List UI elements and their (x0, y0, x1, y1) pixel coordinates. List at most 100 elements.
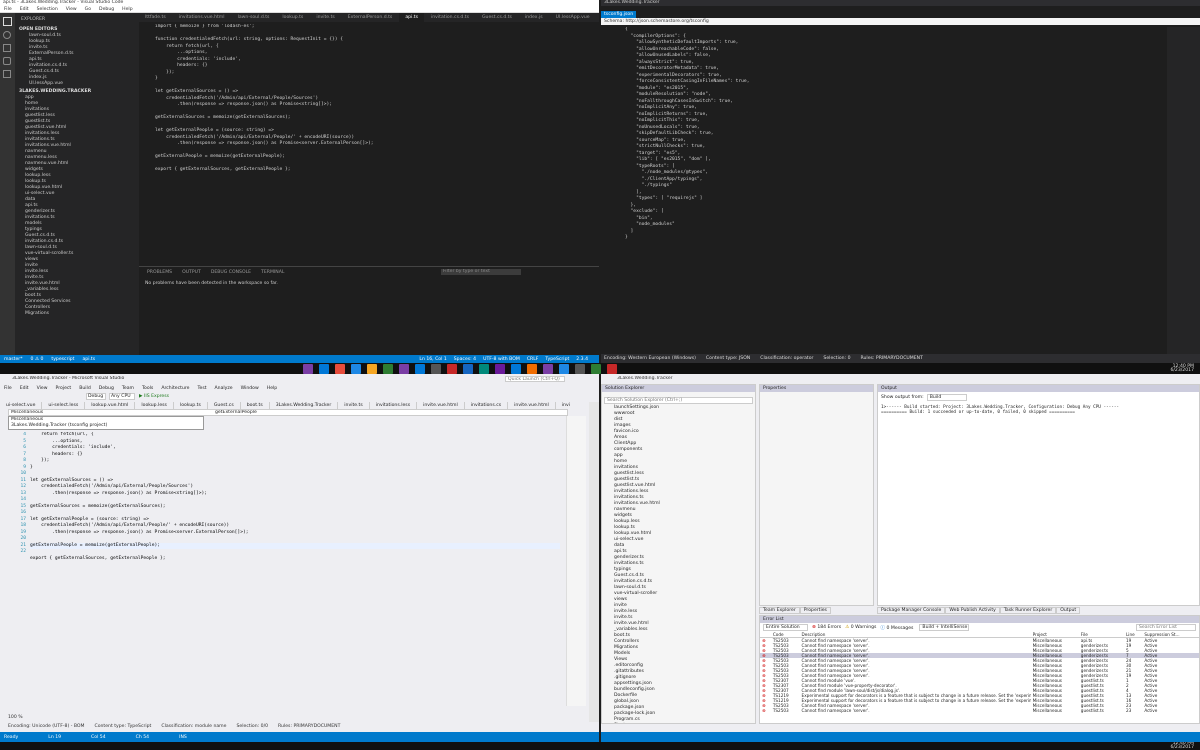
vs-tab[interactable]: invitations.vue.html (556, 402, 570, 409)
menu-item[interactable]: Tools (138, 386, 157, 391)
extensions-icon[interactable] (3, 70, 11, 78)
dropdown-option[interactable]: 3Lakes.Wedding.Tracker (tsconfig project… (9, 423, 203, 429)
errors-toggle[interactable]: ⊗ 184 Errors (812, 625, 841, 630)
output-tab[interactable]: Task Runner Explorer (999, 607, 1057, 614)
editor-tab[interactable]: invitations.vue.html (173, 13, 232, 22)
platform-select[interactable]: Any CPU (109, 393, 135, 400)
se-search[interactable]: Search Solution Explorer (Ctrl+;) (604, 397, 753, 404)
build-filter-select[interactable]: Build + IntelliSense (919, 624, 970, 631)
output-tab[interactable]: Output (1056, 607, 1081, 614)
vs-scroll-map[interactable] (566, 416, 586, 706)
scope-select[interactable]: Entire Solution (763, 624, 808, 631)
taskbar-app-icon[interactable] (495, 363, 505, 374)
taskbar-app-icon[interactable] (383, 363, 393, 374)
menu-item[interactable]: View (33, 386, 52, 391)
editor-tab[interactable]: UI.lessApp.vue (550, 13, 597, 22)
taskbar-app-icon[interactable] (319, 363, 329, 374)
panel-tab[interactable]: OUTPUT (177, 270, 206, 275)
menu-item[interactable]: Debug (95, 7, 118, 12)
panel-tab[interactable]: TERMINAL (256, 270, 289, 275)
taskbar-app-icon[interactable] (431, 363, 441, 374)
status-item[interactable]: Spaces: 4 (454, 357, 476, 362)
problems-filter[interactable]: Filter by type or text (441, 269, 521, 275)
taskbar-app-icon[interactable] (575, 363, 585, 374)
messages-toggle[interactable]: ⓘ 0 Messages (880, 625, 913, 631)
menu-item[interactable]: Team (118, 386, 138, 391)
nav-left[interactable]: Miscellaneous (9, 410, 205, 415)
config-select[interactable]: Debug (86, 393, 106, 400)
vs-tab[interactable]: invite.vue.html (508, 402, 556, 409)
menu-item[interactable]: Architecture (157, 386, 193, 391)
menu-item[interactable]: View (62, 7, 81, 12)
panel-tab[interactable]: DEBUG CONSOLE (206, 270, 256, 275)
editor-tab[interactable]: lawn-soul.d.ts (232, 13, 277, 22)
output-tab[interactable]: Package Manager Console (877, 607, 946, 614)
nav-right[interactable]: getExternalPeople (205, 410, 257, 415)
status-item[interactable]: Ln 16, Col 1 (419, 357, 446, 362)
clock-bottom[interactable]: 12:40 PM 6/23/2017 (1170, 742, 1194, 750)
status-item[interactable]: TypeScript (545, 357, 569, 362)
solution-item[interactable]: Startup.cs (614, 723, 755, 724)
vs-tab[interactable]: lookup.less (135, 402, 174, 409)
json-editor[interactable]: { "compilerOptions": { "allowSyntheticDe… (601, 27, 1161, 327)
taskbar-app-icon[interactable] (463, 363, 473, 374)
editor-tab[interactable]: lttfade.ts (139, 13, 173, 22)
taskbar-app-icon[interactable] (447, 363, 457, 374)
status-item[interactable]: 0 ⚠ 0 (31, 357, 44, 362)
status-item[interactable]: UTF-8 with BOM (483, 357, 520, 362)
editor-tab[interactable]: Guest.cs.d.ts (476, 13, 519, 22)
vs-tab[interactable]: invitations.less (370, 402, 418, 409)
taskbar-app-icon[interactable] (303, 363, 313, 374)
menu-item[interactable]: Analyze (211, 386, 237, 391)
vs-tab[interactable]: ui-select.less (42, 402, 86, 409)
run-button[interactable]: ▶ IIS Express (139, 394, 169, 399)
taskbar-app-icon[interactable] (591, 363, 601, 374)
vs-tab[interactable]: Guest.cs (208, 402, 241, 409)
editor-tab[interactable]: lookup.ts (276, 13, 311, 22)
se-tab[interactable]: Properties (799, 607, 831, 614)
json-tab[interactable]: tsconfig.json (601, 11, 636, 18)
vs-tab[interactable]: boot.ts (241, 402, 270, 409)
taskbar-app-icon[interactable] (543, 363, 553, 374)
open-editor-item[interactable]: UI.lessApp.vue (29, 81, 139, 87)
editor-tab[interactable]: ExternalPerson.d.ts (342, 13, 400, 22)
open-editors-header[interactable]: OPEN EDITORS (15, 26, 139, 33)
menu-item[interactable]: File (0, 386, 16, 391)
menu-item[interactable]: Go (81, 7, 95, 12)
menu-item[interactable]: File (0, 7, 16, 12)
output-tab[interactable]: Web Publish Activity (945, 607, 1000, 614)
quick-launch[interactable]: Quick Launch (Ctrl+Q) (505, 376, 565, 382)
vs-tab[interactable]: invite.vue.html (417, 402, 465, 409)
project-dropdown[interactable]: Miscellaneous 3Lakes.Wedding.Tracker (tsc… (8, 416, 204, 430)
taskbar-app-icon[interactable] (607, 363, 617, 374)
code-editor[interactable]: import { memoize } from 'lodash-es'; func… (139, 24, 599, 264)
menu-item[interactable]: Build (75, 386, 95, 391)
project-header[interactable]: 3LAKES.WEDDING.TRACKER (15, 88, 139, 95)
vs-code-editor[interactable]: return fetch(url, { ...options, credenti… (30, 432, 560, 702)
schema-bar[interactable]: Schema: http://json.schemastore.org/tsco… (601, 18, 1200, 25)
taskbar-app-icon[interactable] (367, 363, 377, 374)
menu-item[interactable]: Selection (33, 7, 62, 12)
vs-tab[interactable]: lookup.vue.html (85, 402, 136, 409)
tree-item[interactable]: Migrations (25, 311, 139, 317)
zoom-level[interactable]: 100 % (8, 715, 23, 720)
status-item[interactable]: api.ts (82, 357, 95, 362)
taskbar-app-icon[interactable] (399, 363, 409, 374)
taskbar-app-icon[interactable] (527, 363, 537, 374)
source-control-icon[interactable] (3, 44, 11, 52)
taskbar-app-icon[interactable] (559, 363, 569, 374)
editor-tab[interactable]: index.js (519, 13, 550, 22)
taskbar-app-icon[interactable] (351, 363, 361, 374)
panel-tab[interactable]: PROBLEMS (142, 270, 177, 275)
editor-tab[interactable]: api.ts (399, 13, 425, 22)
output-source-select[interactable]: Build (926, 394, 967, 401)
vs-tab[interactable]: 3Lakes.Wedding.Tracker (270, 402, 339, 409)
status-item[interactable]: master* (4, 357, 23, 362)
taskbar-app-icon[interactable] (479, 363, 489, 374)
status-item[interactable]: 2.3.4 (576, 357, 588, 362)
menu-item[interactable]: Test (193, 386, 210, 391)
taskbar-app-icon[interactable] (415, 363, 425, 374)
se-tab[interactable]: Team Explorer (759, 607, 800, 614)
status-item[interactable]: typescript (51, 357, 74, 362)
clock[interactable]: 12:40 PM 6/23/2017 (1170, 364, 1194, 373)
